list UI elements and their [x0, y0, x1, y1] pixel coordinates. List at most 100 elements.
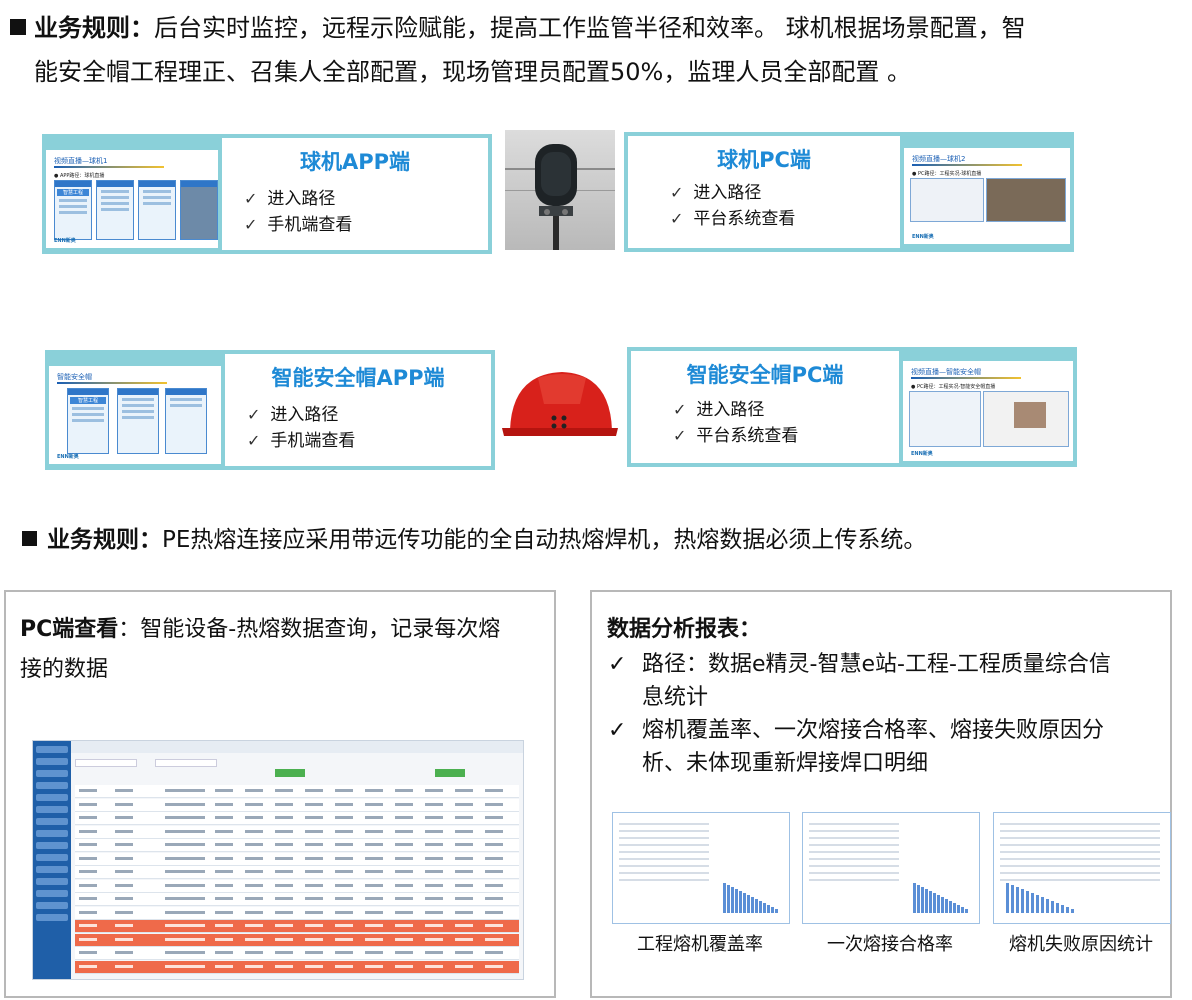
report-caption-pass-rate: 一次熔接合格率 — [827, 934, 953, 955]
pc-view-text-line2: 接的数据 — [20, 657, 109, 682]
table-row — [75, 798, 519, 812]
report-bar — [731, 887, 734, 913]
table-row — [75, 920, 519, 933]
card-helmet-app: 智能安全帽 智慧工程 ENN新奥 智能安全帽APP端 ✓ 进入路径 ✓ 手机端查看 — [45, 350, 495, 470]
checklist-item: ✓ 进入路径 — [244, 186, 352, 212]
check-icon: ✓ — [673, 400, 687, 419]
report-thumbnail-coverage — [612, 812, 790, 924]
business-rule-2: 业务规则：PE热熔连接应采用带远传功能的全自动热熔焊机，热熔数据必须上传系统。 — [22, 522, 926, 558]
helmet-app-slide-thumbnail: 智能安全帽 智慧工程 ENN新奥 — [49, 366, 221, 464]
helmet-app-slide-title: 智能安全帽 — [57, 373, 92, 381]
ball-camera-photo — [505, 130, 615, 250]
report-bar — [1071, 909, 1074, 913]
helmet-pc-slide-title: 视频直播—智能安全帽 — [911, 368, 981, 376]
pc-screen — [983, 391, 1069, 447]
report-line — [809, 879, 899, 881]
check-icon: ✓ — [608, 652, 627, 677]
report-bar — [759, 901, 762, 913]
report-bar — [775, 909, 778, 913]
card-ball-pc: 球机PC端 ✓ 进入路径 ✓ 平台系统查看 视频直播—球机2 ● PC路径：工程实况… — [624, 132, 1074, 252]
report-bar — [945, 899, 948, 913]
report-line — [619, 865, 709, 867]
report-line — [1000, 879, 1160, 881]
report-line — [1000, 872, 1160, 874]
report-bar — [723, 883, 726, 913]
check-icon: ✓ — [670, 209, 684, 228]
check-icon: ✓ — [608, 718, 627, 743]
slide-title-underline — [54, 166, 164, 168]
ball-app-title: 球机APP端 — [299, 150, 411, 174]
business-rule-1-text-line2: 能安全帽工程理正、召集人全部配置，现场管理员配置50%，监理人员全部配置 。 — [34, 58, 911, 86]
report-line — [809, 865, 899, 867]
helmet-app-checklist: ✓ 进入路径 ✓ 手机端查看 — [247, 402, 355, 454]
report-bar — [1056, 903, 1059, 913]
pc-screen — [910, 178, 984, 222]
report-bar — [1016, 887, 1019, 913]
report-line — [809, 830, 899, 832]
card-helmet-pc: 智能安全帽PC端 ✓ 进入路径 ✓ 平台系统查看 视频直播—智能安全帽 ● PC路径… — [627, 347, 1077, 467]
hot-melt-data-table-screenshot — [32, 740, 524, 980]
report-bar — [1036, 895, 1039, 913]
report-bar — [957, 905, 960, 913]
report-bar — [1046, 899, 1049, 913]
table-row — [75, 866, 519, 879]
table-row — [75, 785, 519, 798]
analysis-item-line: 路径：数据e精灵-智慧e站-工程-工程质量综合信 — [642, 652, 1111, 677]
report-bar — [921, 887, 924, 913]
report-line — [1000, 830, 1160, 832]
table-row — [75, 960, 519, 974]
ball-pc-text-box: 球机PC端 ✓ 进入路径 ✓ 平台系统查看 — [628, 136, 900, 248]
checklist-item-label: 手机端查看 — [270, 431, 356, 451]
table-row — [75, 893, 519, 906]
report-line — [1000, 865, 1160, 867]
table-row — [75, 825, 519, 839]
checklist-item: ✓ 平台系统查看 — [673, 423, 798, 449]
helmet-app-text-box: 智能安全帽APP端 ✓ 进入路径 ✓ 手机端查看 — [225, 354, 491, 466]
checklist-item-label: 手机端查看 — [267, 215, 353, 235]
card-ball-app: 视频直播—球机1 ● APP路径：球机直播 智慧工程 ENN新奥 球机APP端 … — [42, 134, 492, 254]
report-line — [619, 851, 709, 853]
report-bar — [751, 897, 754, 913]
helmet-pc-text-box: 智能安全帽PC端 ✓ 进入路径 ✓ 平台系统查看 — [631, 351, 899, 463]
check-icon: ✓ — [247, 431, 261, 450]
table-row — [75, 879, 519, 893]
table-row — [75, 906, 519, 920]
check-icon: ✓ — [247, 405, 261, 424]
report-line — [1000, 823, 1160, 825]
report-line — [619, 823, 709, 825]
table-row — [75, 812, 519, 825]
report-bar — [739, 891, 742, 913]
report-line — [809, 837, 899, 839]
smart-helmet-photo — [498, 364, 622, 444]
report-bar — [1006, 883, 1009, 913]
report-line — [809, 858, 899, 860]
ball-pc-title: 球机PC端 — [717, 148, 811, 172]
report-bar — [727, 885, 730, 913]
helmet-pc-slide-subtitle: ● PC路径：工程实况-智能安全帽直播 — [911, 384, 996, 390]
phone-screen — [138, 180, 176, 240]
phone-screen — [180, 180, 218, 240]
ball-app-slide-title: 视频直播—球机1 — [54, 157, 108, 165]
report-bar — [1011, 885, 1014, 913]
phone-screen: 智慧工程 — [67, 388, 109, 454]
checklist-item: ✓ 进入路径 — [670, 180, 795, 206]
report-bar — [1061, 905, 1064, 913]
report-bar — [965, 909, 968, 913]
checklist-item-label: 平台系统查看 — [696, 426, 799, 446]
report-bar — [1051, 901, 1054, 913]
table-row — [75, 933, 519, 947]
ball-pc-slide-subtitle: ● PC路径：工程实况-球机直播 — [912, 171, 982, 177]
report-bar — [763, 903, 766, 913]
tab-bar — [71, 741, 523, 753]
report-line — [809, 851, 899, 853]
slide-title-underline — [912, 164, 1022, 166]
filter-bar — [75, 757, 517, 779]
checklist-item-label: 进入路径 — [267, 189, 336, 209]
check-icon: ✓ — [244, 189, 258, 208]
report-bar — [925, 889, 928, 913]
report-line — [809, 872, 899, 874]
report-bar — [735, 889, 738, 913]
report-bar — [929, 891, 932, 913]
report-bar — [771, 907, 774, 913]
report-line — [619, 844, 709, 846]
